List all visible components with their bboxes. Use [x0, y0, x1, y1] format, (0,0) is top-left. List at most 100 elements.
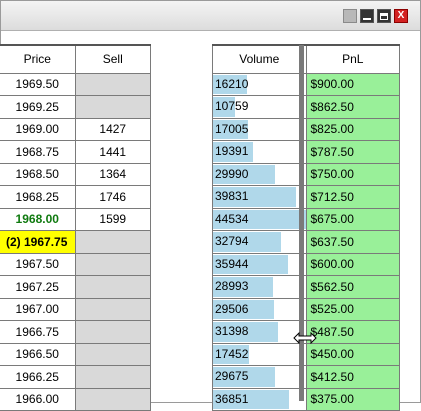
profile-row: 36851 $375.00 [212, 387, 400, 411]
sell-cell[interactable]: 1599 [74, 207, 151, 231]
ladder-row[interactable]: 1969.50 [0, 72, 151, 96]
price-cell[interactable]: 1968.00 [0, 207, 76, 231]
price-column-header[interactable]: Price [0, 44, 76, 74]
volume-value: 29990 [215, 166, 249, 181]
inside-market-price-cell[interactable]: (2) 1967.75 [0, 230, 76, 254]
pnl-cell: $450.00 [305, 342, 400, 366]
volume-value: 29675 [215, 369, 249, 384]
pnl-column-header[interactable]: PnL [305, 44, 400, 74]
close-button[interactable]: X [394, 9, 408, 23]
volume-column-header[interactable]: Volume [212, 44, 307, 74]
minimize-button[interactable] [360, 9, 374, 23]
title-bar[interactable]: X [1, 1, 420, 31]
pnl-cell: $562.50 [305, 275, 400, 299]
ladder-row[interactable]: 1967.25 [0, 275, 151, 299]
pnl-cell: $525.00 [305, 297, 400, 321]
price-cell[interactable]: 1966.00 [0, 387, 76, 411]
ladder-row[interactable]: 1968.00 1599 [0, 207, 151, 231]
profile-row: 28993 $562.50 [212, 275, 400, 299]
sell-cell[interactable] [74, 387, 151, 411]
price-cell[interactable]: 1968.25 [0, 185, 76, 209]
sell-cell[interactable] [74, 297, 151, 321]
price-cell[interactable]: 1969.00 [0, 117, 76, 141]
price-cell[interactable]: 1966.25 [0, 365, 76, 389]
ladder-row[interactable]: 1967.00 [0, 297, 151, 321]
volume-value: 29506 [215, 301, 249, 316]
price-cell[interactable]: 1967.25 [0, 275, 76, 299]
pnl-cell: $750.00 [305, 162, 400, 186]
close-icon: X [397, 10, 405, 21]
price-cell[interactable]: 1969.50 [0, 72, 76, 96]
sell-cell[interactable]: 1746 [74, 185, 151, 209]
sell-cell[interactable] [74, 342, 151, 366]
ladder-row[interactable]: 1968.25 1746 [0, 185, 151, 209]
sell-cell[interactable] [74, 252, 151, 276]
sell-cell[interactable] [74, 72, 151, 96]
volume-cell: 36851 [212, 387, 307, 411]
ladder-row[interactable]: 1966.00 [0, 387, 151, 411]
resize-horizontal-icon [293, 332, 317, 344]
volume-value: 31398 [215, 324, 249, 339]
ladder-row[interactable]: 1966.75 [0, 320, 151, 344]
profile-row: 32794 $637.50 [212, 230, 400, 254]
price-cell[interactable]: 1966.50 [0, 342, 76, 366]
price-cell[interactable]: 1967.00 [0, 297, 76, 321]
pnl-cell: $862.50 [305, 95, 400, 119]
ladder-row[interactable]: 1967.50 [0, 252, 151, 276]
volume-value: 17452 [215, 346, 249, 361]
ladder-row[interactable]: 1966.50 [0, 342, 151, 366]
column-splitter[interactable] [299, 45, 304, 401]
maximize-icon [380, 12, 388, 20]
price-cell[interactable]: 1969.25 [0, 95, 76, 119]
restore-button[interactable] [343, 9, 357, 23]
profile-row: 17005 $825.00 [212, 117, 400, 141]
volume-cell: 17452 [212, 342, 307, 366]
volume-cell: 29506 [212, 297, 307, 321]
volume-cell: 32794 [212, 230, 307, 254]
volume-cell: 17005 [212, 117, 307, 141]
sell-cell[interactable] [74, 95, 151, 119]
profile-row: 19391 $787.50 [212, 140, 400, 164]
volume-value: 28993 [215, 279, 249, 294]
sell-cell[interactable]: 1364 [74, 162, 151, 186]
volume-value: 10759 [215, 99, 249, 114]
price-cell[interactable]: 1968.50 [0, 162, 76, 186]
profile-row: 39831 $712.50 [212, 185, 400, 209]
sell-cell[interactable] [74, 275, 151, 299]
sell-cell[interactable]: 1441 [74, 140, 151, 164]
volume-cell: 35944 [212, 252, 307, 276]
ladder-row[interactable]: 1968.50 1364 [0, 162, 151, 186]
pnl-cell: $637.50 [305, 230, 400, 254]
volume-cell: 29675 [212, 365, 307, 389]
volume-cell: 28993 [212, 275, 307, 299]
price-cell[interactable]: 1967.50 [0, 252, 76, 276]
sell-cell[interactable] [74, 320, 151, 344]
pnl-cell: $787.50 [305, 140, 400, 164]
ladder-row[interactable]: 1969.00 1427 [0, 117, 151, 141]
sell-column-header[interactable]: Sell [74, 44, 151, 74]
price-cell[interactable]: 1968.75 [0, 140, 76, 164]
volume-value: 44534 [215, 211, 249, 226]
pnl-cell: $375.00 [305, 387, 400, 411]
volume-value: 39831 [215, 189, 249, 204]
price-cell[interactable]: 1966.75 [0, 320, 76, 344]
sell-cell[interactable]: 1427 [74, 117, 151, 141]
pnl-cell: $825.00 [305, 117, 400, 141]
volume-cell: 31398 [212, 320, 307, 344]
sell-cell[interactable] [74, 365, 151, 389]
maximize-button[interactable] [377, 9, 391, 23]
ladder-row[interactable]: (2) 1967.75 [0, 230, 151, 254]
volume-cell: 16210 [212, 72, 307, 96]
volume-cell: 29990 [212, 162, 307, 186]
sell-cell[interactable] [74, 230, 151, 254]
volume-value: 17005 [215, 121, 249, 136]
pnl-cell: $900.00 [305, 72, 400, 96]
pnl-cell: $675.00 [305, 207, 400, 231]
volume-value: 36851 [215, 391, 249, 406]
pnl-cell: $600.00 [305, 252, 400, 276]
ladder-row[interactable]: 1969.25 [0, 95, 151, 119]
volume-value: 16210 [215, 76, 249, 91]
ladder-row[interactable]: 1968.75 1441 [0, 140, 151, 164]
pnl-cell: $412.50 [305, 365, 400, 389]
ladder-row[interactable]: 1966.25 [0, 365, 151, 389]
